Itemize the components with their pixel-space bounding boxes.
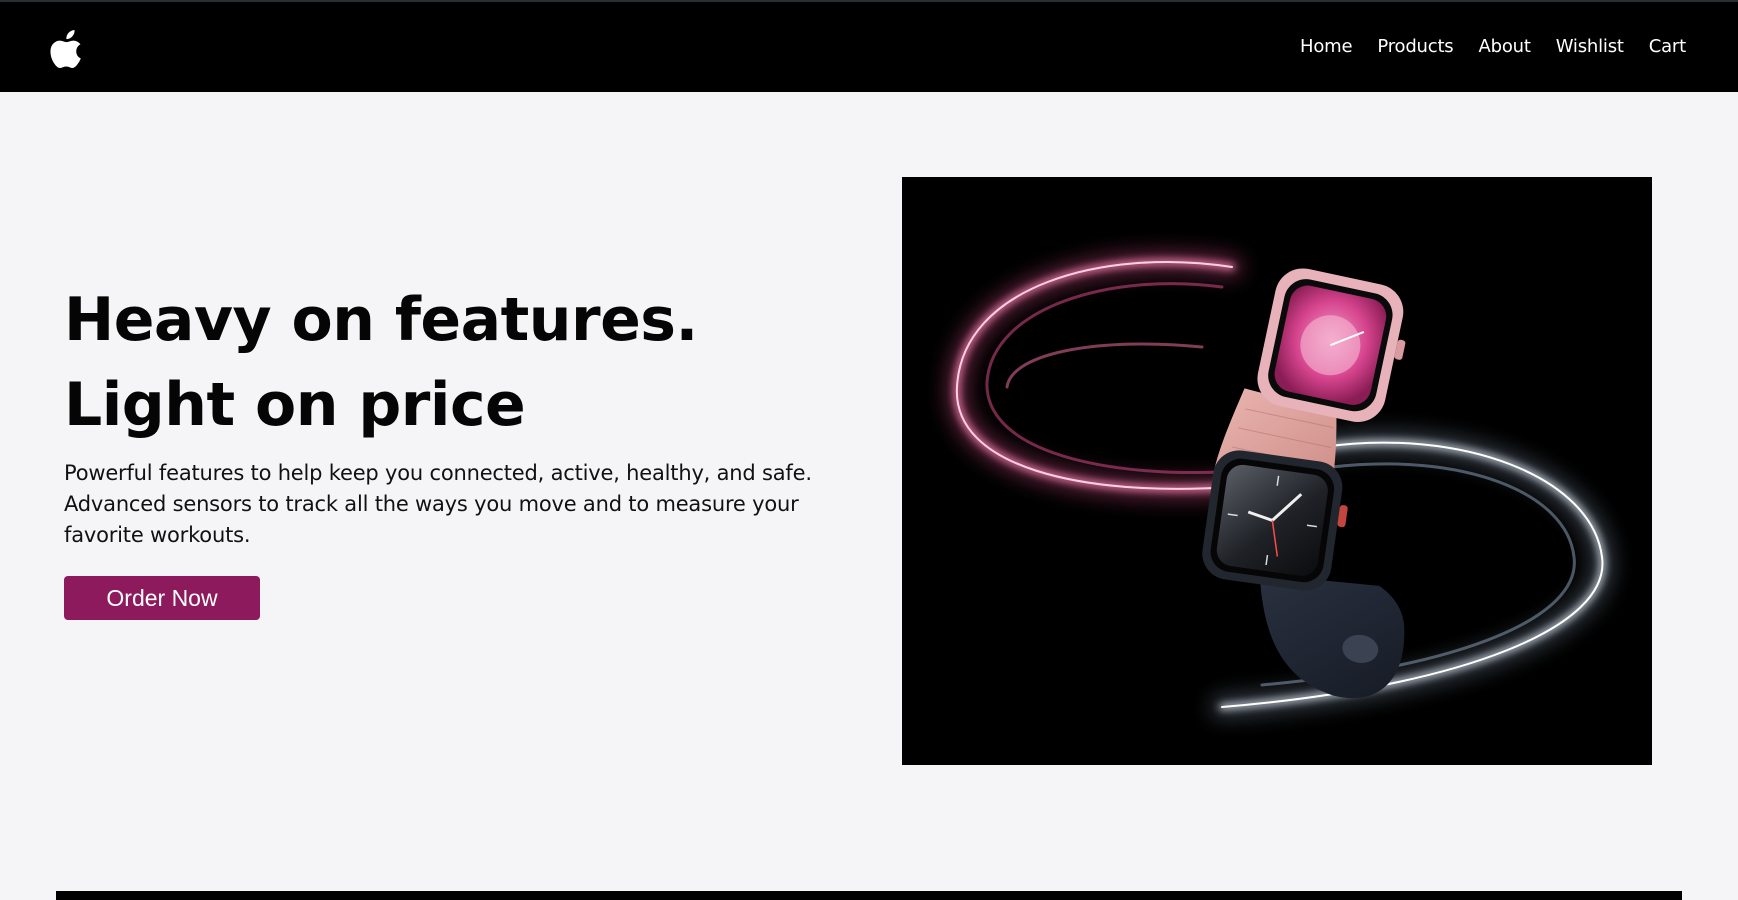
nav-products-link[interactable]: Products	[1377, 36, 1453, 57]
apple-watch-illustration	[945, 251, 1615, 719]
nav-home-link[interactable]: Home	[1300, 36, 1353, 57]
nav-cart-link[interactable]: Cart	[1649, 36, 1686, 57]
section-divider-bar	[56, 891, 1682, 900]
nav-about-link[interactable]: About	[1478, 36, 1530, 57]
top-navbar: Home Products About Wishlist Cart	[0, 0, 1738, 92]
nav-wishlist-link[interactable]: Wishlist	[1556, 36, 1624, 57]
order-now-button[interactable]: Order Now	[64, 576, 260, 620]
apple-logo-icon[interactable]	[50, 28, 86, 70]
hero-title: Heavy on features. Light on price	[64, 285, 698, 440]
hero-product-image	[902, 177, 1652, 765]
main-nav: Home Products About Wishlist Cart	[1300, 36, 1686, 57]
hero-description: Powerful features to help keep you conne…	[64, 461, 812, 547]
